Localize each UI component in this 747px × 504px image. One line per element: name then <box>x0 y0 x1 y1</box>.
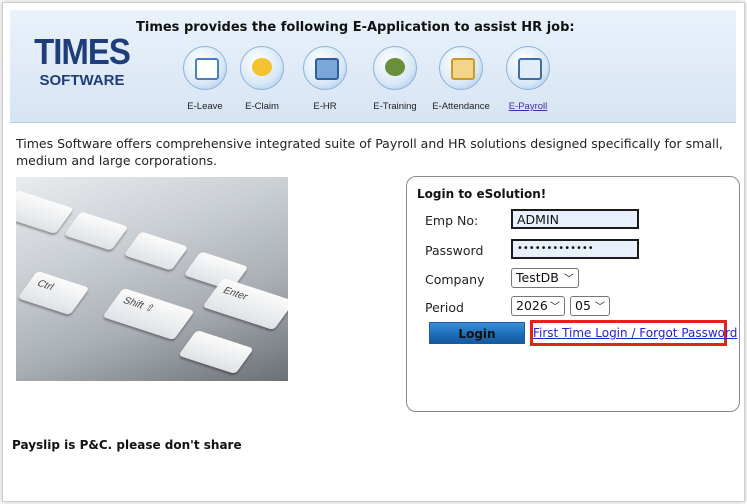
keyboard-key <box>178 329 254 375</box>
login-title: Login to eSolution! <box>417 187 547 201</box>
app-label: E-Payroll <box>508 101 548 112</box>
chevron-down-icon: ﹀ <box>564 274 574 285</box>
login-panel: Login to eSolution! Emp No: ADMIN Passwo… <box>406 176 740 412</box>
training-icon <box>373 46 417 90</box>
chevron-down-icon: ﹀ <box>595 302 605 313</box>
chevron-down-icon: ﹀ <box>550 302 560 313</box>
login-button[interactable]: Login <box>429 322 525 344</box>
period-month-value: 05 <box>575 298 591 313</box>
app-e-training[interactable]: E-Training <box>363 46 427 112</box>
app-e-payroll[interactable]: E-Payroll <box>496 46 560 112</box>
keyboard-key <box>63 211 129 251</box>
period-year-value: 2026 <box>516 298 548 313</box>
keyboard-key <box>16 189 74 235</box>
keyboard-photo: Ctrl Shift ⇧ Enter <box>16 177 288 381</box>
attendance-icon <box>439 46 483 90</box>
header-banner: TIMES SOFTWARE Times provides the follow… <box>10 10 736 123</box>
company-label: Company <box>425 272 485 287</box>
period-label: Period <box>425 300 464 315</box>
emp-no-input[interactable]: ADMIN <box>511 209 639 229</box>
payroll-icon <box>506 46 550 90</box>
app-label: E-Training <box>373 101 417 112</box>
app-e-hr[interactable]: E-HR <box>293 46 357 112</box>
password-input[interactable]: ••••••••••••• <box>511 239 639 259</box>
app-label: E-Leave <box>187 101 223 112</box>
app-e-attendance[interactable]: E-Attendance <box>429 46 493 112</box>
app-label: E-HR <box>313 101 337 112</box>
company-select[interactable]: TestDB ﹀ <box>511 268 579 288</box>
header-title: Times provides the following E-Applicati… <box>136 20 575 35</box>
period-year-select[interactable]: 2026 ﹀ <box>511 296 565 316</box>
app-label: E-Claim <box>245 101 279 112</box>
logo-bottom-text: SOFTWARE <box>39 72 125 89</box>
leave-icon <box>183 46 227 90</box>
intro-text: Times Software offers comprehensive inte… <box>16 136 723 168</box>
app-e-claim[interactable]: E-Claim <box>230 46 294 112</box>
hr-icon <box>303 46 347 90</box>
claim-icon <box>240 46 284 90</box>
emp-no-label: Emp No: <box>425 213 479 228</box>
app-e-leave[interactable]: E-Leave <box>173 46 237 112</box>
logo-top-text: TIMES <box>34 31 131 72</box>
company-value: TestDB <box>516 270 559 285</box>
period-month-select[interactable]: 05 ﹀ <box>570 296 610 316</box>
times-software-logo: TIMES SOFTWARE <box>32 31 132 94</box>
keyboard-key <box>123 231 189 271</box>
forgot-password-link[interactable]: First Time Login / Forgot Password <box>530 320 737 346</box>
keyboard-key-shift: Shift ⇧ <box>102 287 195 341</box>
password-label: Password <box>425 243 484 258</box>
payslip-note: Payslip is P&C. please don't share <box>12 438 242 452</box>
app-label: E-Attendance <box>432 101 490 112</box>
keyboard-key-ctrl: Ctrl <box>17 270 90 316</box>
